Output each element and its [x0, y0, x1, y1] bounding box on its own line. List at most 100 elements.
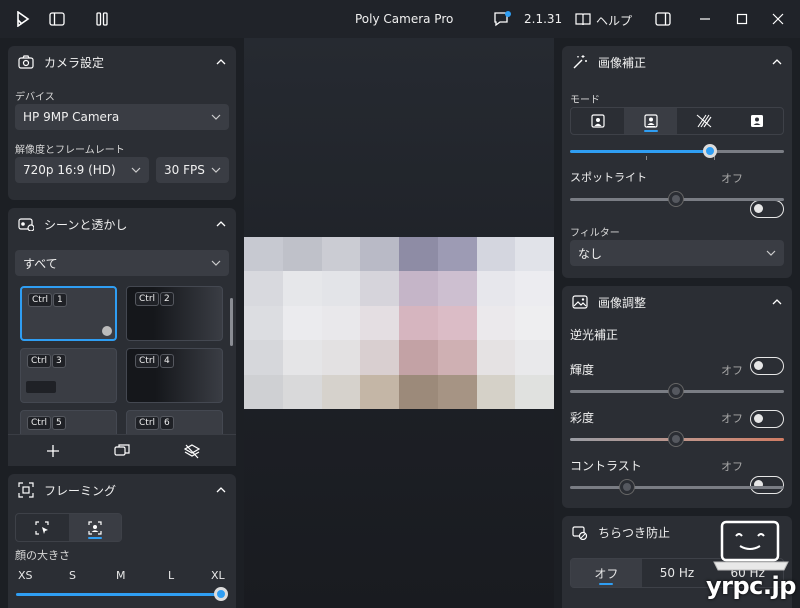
framing-header[interactable]: フレーミング — [8, 474, 236, 506]
scenes-toolbar — [8, 434, 236, 466]
flicker-icon — [572, 526, 588, 540]
panel-toggle-icon[interactable] — [654, 10, 672, 28]
chevron-down-icon — [131, 167, 141, 173]
watermark-text: yrpc.jp — [706, 572, 796, 600]
mode-slider-track[interactable] — [570, 150, 784, 153]
filter-label: フィルター — [570, 228, 620, 239]
auto-framing-option[interactable] — [68, 514, 121, 541]
camera-preview-image — [244, 237, 554, 409]
scene-filter-value: すべて — [23, 256, 58, 271]
image-correction-title: 画像補正 — [598, 55, 647, 70]
face-size-slider-thumb[interactable] — [214, 587, 228, 601]
collapse-chevron-icon[interactable] — [216, 487, 226, 493]
contrast-slider-thumb[interactable] — [620, 480, 634, 494]
mode-option-person[interactable] — [730, 108, 783, 134]
image-icon — [572, 295, 588, 309]
scene-filter-dropdown[interactable]: すべて — [15, 250, 229, 276]
scenes-title: シーンと透かし — [44, 217, 128, 232]
magic-wand-icon — [573, 55, 587, 69]
shortcut-key: Ctrl — [135, 354, 160, 368]
scenes-scrollbar[interactable] — [230, 298, 233, 346]
scenes-header[interactable]: シーンと透かし — [8, 208, 236, 240]
filter-value: なし — [578, 246, 603, 261]
shortcut-number: 6 — [160, 416, 174, 430]
shortcut-key: Ctrl — [28, 293, 53, 307]
flicker-option-off[interactable]: オフ — [571, 559, 642, 587]
collapse-chevron-icon[interactable] — [772, 59, 782, 65]
spotlight-state: オフ — [721, 172, 743, 185]
image-adjust-header[interactable]: 画像調整 — [562, 286, 792, 318]
scene-thumb-3[interactable]: Ctrl 3 — [20, 348, 117, 403]
backlight-label: 逆光補正 — [570, 328, 619, 342]
person-card-icon — [750, 115, 763, 127]
shortcut-key: Ctrl — [135, 292, 160, 306]
brightness-label: 輝度 — [570, 363, 595, 377]
app-logo-icon — [14, 10, 32, 28]
image-correction-panel: 画像補正 モード スポットライト オフ フィルター なし — [562, 46, 792, 278]
spotlight-toggle[interactable] — [750, 200, 784, 218]
scene-thumb-4[interactable]: Ctrl 4 — [126, 348, 223, 403]
scene-thumb-1[interactable]: Ctrl 1 — [20, 286, 117, 341]
help-label[interactable]: ヘルプ — [596, 12, 632, 29]
title-bar: Poly Camera Pro 2.1.31 ヘルプ — [0, 0, 800, 38]
collapse-chevron-icon[interactable] — [216, 59, 226, 65]
saturation-slider-thumb[interactable] — [669, 432, 683, 446]
camera-settings-panel: カメラ設定 デバイス HP 9MP Camera 解像度とフレームレート 720… — [8, 46, 236, 200]
backlight-toggle[interactable] — [750, 357, 784, 375]
framing-title: フレーミング — [44, 483, 117, 498]
brightness-toggle[interactable] — [750, 410, 784, 428]
face-size-m: M — [116, 569, 126, 582]
scenes-panel: シーンと透かし すべて Ctrl 1 Ctrl 2 Ctrl 3 Ctrl 4 … — [8, 208, 236, 466]
collapse-chevron-icon[interactable] — [772, 299, 782, 305]
help-book-icon[interactable] — [574, 10, 592, 28]
mode-option-portrait[interactable] — [571, 108, 624, 134]
image-correction-header[interactable]: 画像補正 — [562, 46, 792, 78]
framing-mode-segmented — [15, 513, 122, 542]
camera-icon — [18, 55, 34, 69]
layers-off-icon[interactable] — [183, 442, 201, 460]
saturation-toggle[interactable] — [750, 476, 784, 494]
sidebar-toggle-icon[interactable] — [48, 10, 66, 28]
chevron-down-icon — [766, 250, 776, 256]
image-adjust-title: 画像調整 — [598, 295, 647, 310]
saturation-state: オフ — [721, 412, 743, 425]
camera-settings-header[interactable]: カメラ設定 — [8, 46, 236, 78]
spotlight-slider-thumb[interactable] — [669, 192, 683, 206]
low-light-icon — [696, 114, 711, 128]
face-size-slider-track[interactable] — [16, 593, 222, 596]
shortcut-number: 2 — [160, 292, 174, 306]
contrast-slider-track[interactable] — [570, 486, 784, 489]
face-size-label: 顔の大きさ — [15, 549, 70, 562]
device-dropdown[interactable]: HP 9MP Camera — [15, 104, 229, 130]
shortcut-number: 3 — [52, 354, 66, 368]
manual-framing-option[interactable] — [16, 514, 69, 541]
brightness-slider-thumb[interactable] — [669, 384, 683, 398]
fps-dropdown[interactable]: 30 FPS — [156, 157, 229, 183]
app-title: Poly Camera Pro — [355, 12, 454, 26]
minimize-icon[interactable] — [696, 10, 714, 28]
lower-third-overlay — [26, 381, 56, 393]
collapse-chevron-icon[interactable] — [216, 221, 226, 227]
mode-option-light[interactable] — [624, 108, 677, 134]
add-scene-icon[interactable] — [44, 442, 62, 460]
flicker-option-50hz[interactable]: 50 Hz — [642, 559, 713, 587]
filter-dropdown[interactable]: なし — [570, 240, 784, 266]
mode-segmented — [570, 107, 784, 135]
portrait-light-icon — [643, 114, 658, 128]
maximize-icon[interactable] — [733, 10, 751, 28]
mode-slider-thumb[interactable] — [703, 144, 717, 158]
device-label: デバイス — [15, 92, 55, 103]
scene-thumb-2[interactable]: Ctrl 2 — [126, 286, 223, 341]
mode-label: モード — [570, 95, 600, 106]
chevron-down-icon — [211, 260, 221, 266]
device-value: HP 9MP Camera — [23, 110, 120, 124]
camera-preview-area — [244, 38, 554, 608]
duplicate-scene-icon[interactable] — [113, 442, 131, 460]
close-icon[interactable] — [769, 10, 787, 28]
feedback-icon[interactable] — [492, 10, 512, 28]
layout-toggle-icon[interactable] — [93, 10, 111, 28]
cursor-frame-icon — [35, 520, 49, 535]
resolution-dropdown[interactable]: 720p 16:9 (HD) — [15, 157, 149, 183]
mode-option-low-light[interactable] — [677, 108, 730, 134]
shortcut-number: 5 — [52, 416, 66, 430]
